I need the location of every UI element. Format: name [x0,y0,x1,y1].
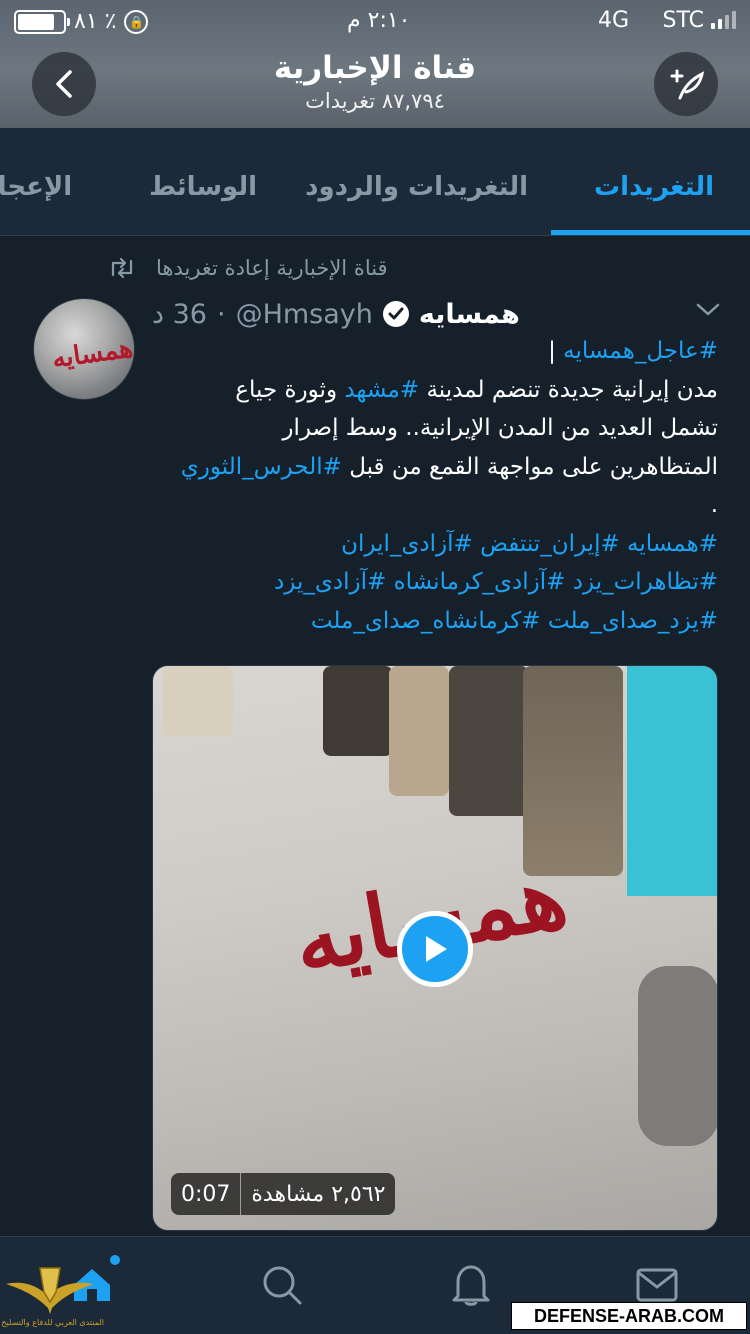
battery-percent: ٨١ ٪ [74,9,117,34]
battery-icon [14,9,70,34]
eagle-logo-icon [6,1267,94,1314]
tab-media[interactable]: الوسائط [149,172,257,202]
tweet-handle[interactable]: @Hmsayh [236,299,373,330]
tweet-author-name[interactable]: همسايه [419,299,520,330]
video-duration: 0:07 [181,1181,231,1207]
tweet-line: مدن إيرانية جديدة تنضم لمدينة #مشهد وثور… [152,371,718,410]
video-player[interactable]: همسایه 0:07 ٢,٥٦٢ مشاهدة [152,665,718,1231]
messages-icon [636,1268,678,1302]
signal-icon [711,11,736,29]
tab-tweets-replies[interactable]: التغريدات والردود [305,172,528,202]
chevron-left-icon [56,70,72,98]
search-icon [263,1266,302,1305]
compose-tweet-icon [670,69,705,100]
video-figure [323,666,393,756]
new-content-dot [108,1253,122,1267]
tweet-count: ٨٧,٧٩٤ تغريدات [305,89,445,113]
tab-tweets[interactable]: التغريدات [594,172,714,202]
tweet-text: #عاجل_همسايه | مدن إيرانية جديدة تنضم لم… [152,332,718,640]
status-time: ٢:١٠ م [347,8,411,33]
carrier-name: STC [662,8,704,33]
active-tab-indicator [551,230,750,235]
play-button[interactable] [397,911,473,987]
retweet-icon [111,257,133,279]
tweet-separator: · [216,298,226,330]
tweet-line: #عاجل_همسايه | [152,332,718,371]
hashtag-line[interactable]: #یزد_صدای_ملت #کرمانشاه_صدای_ملت [152,602,718,641]
tweet-line: تشمل العديد من المدن الإيرانية.. وسط إصر… [282,415,718,441]
tweet-text-fragment: وثورة جياع [235,376,345,403]
forum-logo: المنتدى العربي للدفاع والتسليح [1,1262,104,1332]
hashtag-line[interactable]: #تظاهرات_یزد #آزادی_کرمانشاه #آزادی_یزد [152,563,718,602]
video-figure [638,966,717,1146]
tweet-line: . [710,492,718,518]
video-info-badge: 0:07 ٢,٥٦٢ مشاهدة [171,1173,396,1215]
tweet-text-fragment: المتظاهرين على مواجهة القمع من قبل [341,453,718,480]
hashtag-line[interactable]: #همسايه #إيران_تنتفض #آزادی_ایران [152,525,718,564]
hashtag-link[interactable]: #الحرس_الثوري [181,454,342,480]
tweet-text-fragment: مدن إيرانية جديدة تنضم لمدينة [419,376,718,403]
battery-indicator: ٨١ ٪ 🔒 [14,9,149,34]
avatar-watermark: همسایه [50,333,135,375]
compose-button[interactable] [654,52,718,116]
logo-caption: المنتدى العربي للدفاع والتسليح [1,1318,104,1327]
video-figure [523,666,623,876]
tweet-text-fragment: | [548,338,564,364]
page-title: قناة الإخبارية [273,50,477,86]
network-type: 4G [598,8,630,33]
status-bar: ٨١ ٪ 🔒 ٢:١٠ م 4G STC [0,0,750,40]
nav-notifications[interactable] [447,1261,495,1309]
tweet-time: 36 د [152,298,207,330]
retweet-context: قناة الإخبارية إعادة تغريدها [108,256,388,280]
video-figure [449,666,529,816]
rotation-lock-icon: 🔒 [124,9,149,34]
site-watermark-label: DEFENSE-ARAB.COM [511,1302,747,1330]
avatar[interactable]: همسایه [33,298,135,400]
play-icon [426,936,447,962]
nav-search[interactable] [258,1261,306,1309]
video-figure [163,666,233,736]
hashtag-link[interactable]: #عاجل_همسايه [563,338,718,364]
hashtag-link[interactable]: #مشهد [344,377,419,403]
back-button[interactable] [32,52,96,116]
video-views: ٢,٥٦٢ مشاهدة [240,1173,395,1215]
verified-badge-icon [382,301,409,327]
tab-likes-label: الإعجابات [0,172,73,202]
video-figure [389,666,449,796]
profile-tabs: التغريدات التغريدات والردود الوسائط الإع… [0,128,750,236]
video-frame-region [627,666,717,896]
tweet-meta: 36 د · @Hmsayh همسايه [152,294,520,334]
header-title-block: قناة الإخبارية ٨٧,٧٩٤ تغريدات [175,48,575,114]
retweet-label[interactable]: قناة الإخبارية إعادة تغريدها [156,256,388,280]
chevron-down-icon[interactable] [694,300,722,320]
profile-header: ٨١ ٪ 🔒 ٢:١٠ م 4G STC قناة الإخبارية ٨٧,٧… [0,0,750,128]
tab-likes[interactable]: الإعجابات [0,172,100,202]
tweet-line: المتظاهرين على مواجهة القمع من قبل #الحر… [152,448,718,487]
notifications-icon [452,1265,490,1306]
